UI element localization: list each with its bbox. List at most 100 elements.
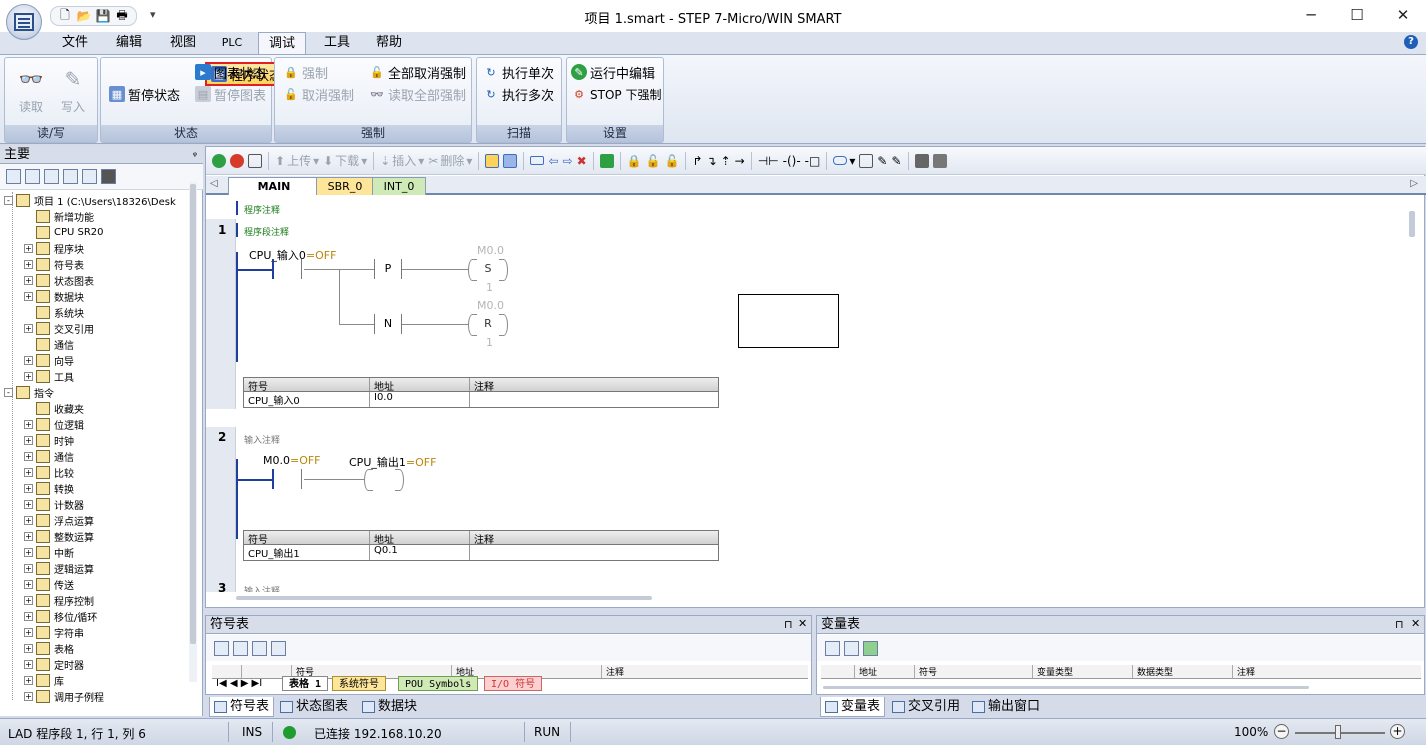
tree-item[interactable]: + 库: [24, 672, 64, 688]
output-coil[interactable]: [364, 469, 404, 491]
sheet-tab-pou-symbols[interactable]: POU Symbols: [398, 676, 479, 691]
monitor-icon[interactable]: [101, 169, 116, 184]
read-all-forced-button[interactable]: 👓 读取全部强制: [369, 84, 466, 104]
expand-icon[interactable]: +: [24, 291, 33, 301]
open-folder-icon[interactable]: 📂: [76, 8, 92, 24]
tree-item[interactable]: + 通信: [24, 448, 74, 464]
expand-icon[interactable]: +: [24, 371, 33, 381]
tree-scroll-thumb[interactable]: [190, 184, 196, 644]
print-icon[interactable]: 🖶: [114, 8, 130, 24]
scroll-left-icon[interactable]: ◁: [210, 178, 218, 189]
library-icon[interactable]: [863, 640, 878, 656]
stop-button[interactable]: [230, 151, 244, 171]
pin-icon[interactable]: ⊓: [1395, 618, 1404, 631]
maximize-button[interactable]: ☐: [1334, 0, 1380, 30]
document-icon[interactable]: [44, 169, 59, 184]
zoom-slider-thumb[interactable]: [1335, 725, 1341, 739]
tree-item[interactable]: 通信: [24, 336, 74, 352]
delete-var-icon[interactable]: [844, 640, 859, 656]
sheet-tab-io-symbols[interactable]: I/O 符号: [484, 676, 543, 691]
status-toggle[interactable]: [503, 151, 518, 171]
sheet-tab-system-symbols[interactable]: 系统符号: [332, 676, 386, 691]
chart-icon[interactable]: [82, 169, 97, 184]
single-scan-button[interactable]: ↻ 执行单次: [483, 62, 554, 82]
tree-item[interactable]: + 转换: [24, 480, 74, 496]
force-button[interactable]: 🔒 强制: [283, 62, 328, 82]
tab-data-block[interactable]: 数据块: [358, 697, 421, 717]
expand-icon[interactable]: +: [24, 691, 33, 701]
expand-icon[interactable]: +: [24, 259, 33, 269]
edit-symbol-button[interactable]: ✎: [877, 151, 887, 171]
insert-var-icon[interactable]: [825, 640, 840, 656]
run-button[interactable]: [212, 151, 226, 171]
tree-item[interactable]: + 程序控制: [24, 592, 94, 608]
insert-box-button[interactable]: -□: [805, 151, 821, 171]
multi-scan-button[interactable]: ↻ 执行多次: [483, 84, 554, 104]
write-button[interactable]: ✎ 写入: [53, 64, 93, 115]
apply-icon[interactable]: [271, 640, 286, 656]
expand-icon[interactable]: +: [24, 547, 33, 557]
save-icon[interactable]: 💾: [95, 8, 111, 24]
line-up-button[interactable]: ⇡: [721, 151, 731, 171]
expand-icon[interactable]: +: [24, 419, 33, 429]
scroll-right-icon[interactable]: ▷: [1410, 178, 1418, 189]
tree-item[interactable]: + 逻辑运算: [24, 560, 94, 576]
expand-icon[interactable]: +: [24, 467, 33, 477]
tree-item[interactable]: + 移位/循环: [24, 608, 97, 624]
expand-icon[interactable]: +: [24, 451, 33, 461]
tree-item[interactable]: - 项目 1 (C:\Users\18326\Desk: [4, 192, 176, 208]
tab-file[interactable]: 文件: [54, 32, 96, 54]
network-3-comment[interactable]: 输入注释: [244, 584, 280, 592]
comment-button[interactable]: ✎: [891, 151, 901, 171]
download-button[interactable]: ⬇ 下载 ▾: [323, 151, 367, 171]
tree-item[interactable]: + 中断: [24, 544, 74, 560]
close-icon[interactable]: ✕: [798, 617, 807, 630]
delete-button[interactable]: ✂ 删除 ▾: [428, 151, 472, 171]
zoom-out-button[interactable]: −: [1274, 724, 1289, 739]
reset-coil[interactable]: R: [468, 314, 508, 336]
tab-edit[interactable]: 编辑: [108, 32, 150, 54]
network-2-comment[interactable]: 输入注释: [244, 433, 280, 446]
tree-item[interactable]: + 状态图表: [24, 272, 94, 288]
branch-down-button[interactable]: ↴: [707, 151, 717, 171]
stop-force-button[interactable]: ⚙ STOP 下强制: [571, 84, 661, 104]
tab-output-window[interactable]: 输出窗口: [968, 697, 1044, 717]
tree-item[interactable]: 收藏夹: [24, 400, 84, 416]
read-button[interactable]: 👓 读取: [11, 64, 51, 115]
pou-properties-button[interactable]: [932, 151, 947, 171]
variable-scrollbar[interactable]: [823, 686, 1309, 689]
branch-up-button[interactable]: ↱: [692, 151, 702, 171]
symbol-table-button[interactable]: [859, 151, 874, 171]
close-button[interactable]: ✕: [1380, 0, 1426, 30]
unforce-all-button[interactable]: 🔓 全部取消强制: [369, 62, 466, 82]
expand-icon[interactable]: +: [24, 627, 33, 637]
tree-item[interactable]: + 浮点运算: [24, 512, 94, 528]
tab-sbr0[interactable]: SBR_0: [316, 177, 374, 195]
expand-icon[interactable]: +: [24, 611, 33, 621]
editor-vertical-scrollbar[interactable]: [1409, 211, 1415, 237]
expand-icon[interactable]: +: [24, 531, 33, 541]
collapse-icon[interactable]: -: [4, 195, 13, 205]
tree-item[interactable]: + 符号表: [24, 256, 84, 272]
bookmark-button[interactable]: [530, 151, 545, 171]
insert-button[interactable]: ⇣ 插入 ▾: [380, 151, 424, 171]
expand-icon[interactable]: +: [24, 595, 33, 605]
list-icon[interactable]: [63, 169, 78, 184]
insert-coil-button[interactable]: -()-: [783, 151, 801, 171]
normally-open-contact[interactable]: [272, 259, 302, 279]
table-icon[interactable]: [25, 169, 40, 184]
tree-item[interactable]: + 向导: [24, 352, 74, 368]
collapse-icon[interactable]: -: [4, 387, 13, 397]
tree-item[interactable]: + 字符串: [24, 624, 84, 640]
goto-button[interactable]: [599, 151, 614, 171]
positive-edge[interactable]: P: [374, 259, 402, 279]
expand-icon[interactable]: +: [24, 355, 33, 365]
close-icon[interactable]: ✕: [1411, 617, 1420, 630]
negative-edge[interactable]: N: [374, 314, 402, 334]
sheet-tab-table1[interactable]: 表格 1: [282, 676, 329, 691]
tree-item[interactable]: + 表格: [24, 640, 74, 656]
tab-int0[interactable]: INT_0: [372, 177, 426, 195]
insert-contact-button[interactable]: ⊣⊢: [758, 151, 779, 171]
expand-icon[interactable]: +: [24, 515, 33, 525]
line-right-button[interactable]: →: [735, 151, 745, 171]
